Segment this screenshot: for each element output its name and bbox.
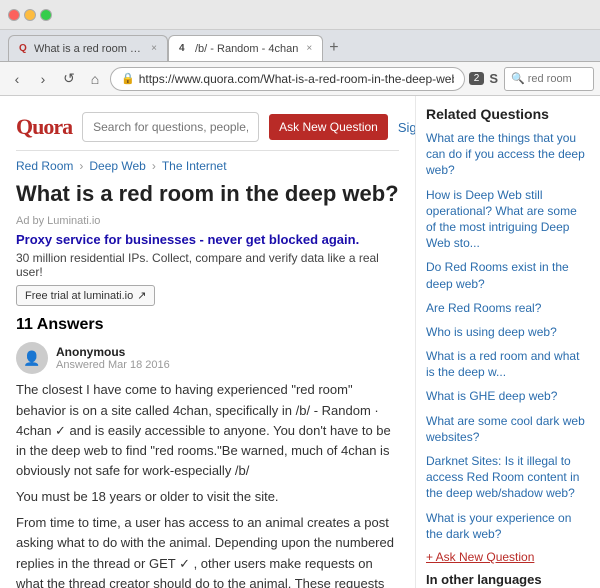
- answer-date: Answered Mar 18 2016: [56, 359, 170, 371]
- window-controls: [8, 9, 52, 21]
- page-content: Quora Ask New Question Sign In Red Room …: [0, 96, 600, 588]
- related-link-0[interactable]: What are the things that you can do if y…: [426, 130, 590, 179]
- reload-button[interactable]: ↺: [58, 68, 80, 90]
- answer-paragraph-2: You must be 18 years or older to visit t…: [16, 487, 399, 507]
- answers-count: 11 Answers: [16, 316, 399, 334]
- titlebar: [0, 0, 600, 30]
- related-link-8[interactable]: Darknet Sites: Is it illegal to access R…: [426, 453, 590, 502]
- related-questions-title: Related Questions: [426, 106, 590, 122]
- answer-header: 👤 Anonymous Answered Mar 18 2016: [16, 342, 399, 374]
- home-button[interactable]: ⌂: [84, 68, 106, 90]
- quora-logo: Quora: [16, 114, 72, 140]
- ask-new-question-button[interactable]: Ask New Question: [269, 114, 388, 140]
- tab-title-4chan: /b/ - Random - 4chan: [195, 43, 298, 55]
- related-link-2[interactable]: Do Red Rooms exist in the deep web?: [426, 259, 590, 291]
- sidebar-ask-new-link[interactable]: + Ask New Question: [426, 550, 590, 564]
- right-sidebar: Related Questions What are the things th…: [415, 96, 600, 588]
- new-tab-button[interactable]: +: [323, 35, 344, 61]
- extension-s[interactable]: S: [487, 71, 500, 86]
- free-trial-button[interactable]: Free trial at luminati.io ↗: [16, 285, 155, 306]
- ad-headline[interactable]: Proxy service for businesses - never get…: [16, 232, 359, 247]
- breadcrumb-red-room[interactable]: Red Room: [16, 159, 73, 173]
- related-link-9[interactable]: What is your experience on the dark web?: [426, 510, 590, 542]
- tab-favicon-4chan: 4: [179, 43, 191, 55]
- quora-search-input[interactable]: [82, 112, 259, 142]
- forward-button[interactable]: ›: [32, 68, 54, 90]
- browser-toolbar: ‹ › ↺ ⌂ 🔒 2 S 🔍: [0, 62, 600, 96]
- related-link-1[interactable]: How is Deep Web still operational? What …: [426, 187, 590, 252]
- tab-title-quora: What is a red room in t...: [34, 43, 143, 55]
- tab-4chan[interactable]: 4 /b/ - Random - 4chan ×: [168, 35, 323, 61]
- close-button[interactable]: [8, 9, 20, 21]
- url-input[interactable]: [139, 72, 454, 86]
- tab-close-quora[interactable]: ×: [151, 43, 157, 54]
- related-link-4[interactable]: Who is using deep web?: [426, 324, 590, 340]
- maximize-button[interactable]: [40, 9, 52, 21]
- answer-paragraph-3: From time to time, a user has access to …: [16, 513, 399, 588]
- ad-description: 30 million residential IPs. Collect, com…: [16, 251, 399, 279]
- ad-label: Ad by Luminati.io: [16, 215, 399, 227]
- browser-search-input[interactable]: [528, 73, 588, 85]
- breadcrumb-deep-web[interactable]: Deep Web: [89, 159, 145, 173]
- minimize-button[interactable]: [24, 9, 36, 21]
- tab-quora[interactable]: Q What is a red room in t... ×: [8, 35, 168, 61]
- related-link-5[interactable]: What is a red room and what is the deep …: [426, 348, 590, 380]
- answer-paragraph-1: The closest I have come to having experi…: [16, 380, 399, 481]
- quora-header: Quora Ask New Question Sign In: [16, 106, 399, 151]
- related-link-7[interactable]: What are some cool dark web websites?: [426, 413, 590, 445]
- related-link-6[interactable]: What is GHE deep web?: [426, 388, 590, 404]
- security-icon: 🔒: [121, 72, 135, 85]
- address-bar[interactable]: 🔒: [110, 67, 465, 91]
- tab-close-4chan[interactable]: ×: [306, 43, 312, 54]
- related-link-3[interactable]: Are Red Rooms real?: [426, 300, 590, 316]
- extension-badge[interactable]: 2: [469, 72, 485, 85]
- breadcrumb: Red Room › Deep Web › The Internet: [16, 159, 399, 173]
- question-title: What is a red room in the deep web?: [16, 181, 399, 207]
- other-languages-title: In other languages: [426, 572, 590, 587]
- search-icon: 🔍: [511, 72, 525, 85]
- browser-search-bar[interactable]: 🔍: [504, 67, 594, 91]
- avatar: 👤: [16, 342, 48, 374]
- author-name: Anonymous: [56, 345, 170, 359]
- back-button[interactable]: ‹: [6, 68, 28, 90]
- tab-favicon-quora: Q: [19, 43, 30, 55]
- main-content: Quora Ask New Question Sign In Red Room …: [0, 96, 415, 588]
- sign-in-button[interactable]: Sign In: [398, 120, 415, 135]
- breadcrumb-internet[interactable]: The Internet: [162, 159, 227, 173]
- tab-bar: Q What is a red room in t... × 4 /b/ - R…: [0, 30, 600, 62]
